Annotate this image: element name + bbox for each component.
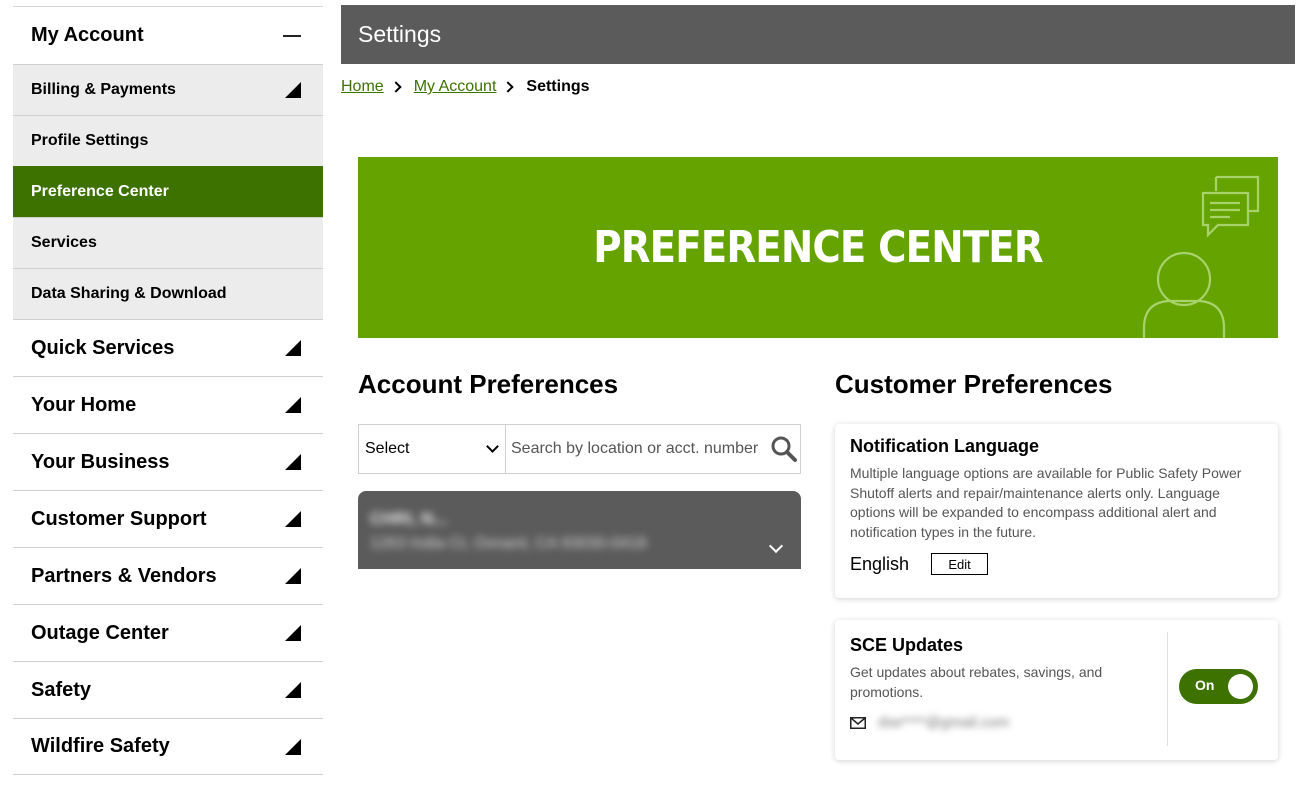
sidebar-item-label: Billing & Payments (31, 81, 176, 98)
expand-triangle-icon (285, 397, 301, 413)
edit-language-button[interactable]: Edit (931, 553, 989, 575)
notification-language-card: Notification Language Multiple language … (835, 424, 1278, 598)
sidebar-header-label: My Account (31, 24, 144, 46)
sidebar-section-safety[interactable]: Safety (13, 661, 323, 718)
sidebar-item-services[interactable]: Services (13, 217, 323, 268)
sidebar-section-label: Your Business (31, 450, 170, 473)
sidebar-item-preference-center[interactable]: Preference Center (13, 166, 323, 217)
account-preferences-heading: Account Preferences (358, 369, 619, 399)
sidebar-section-label: Wildfire Safety (31, 735, 170, 757)
expand-triangle-icon (285, 625, 301, 641)
expand-triangle-icon (285, 454, 301, 470)
expand-triangle-icon (285, 340, 301, 356)
sidebar-item-label: Data Sharing & Download (31, 285, 227, 302)
toggle-label: On (1195, 677, 1215, 693)
account-search-input[interactable] (511, 440, 761, 458)
page-header-title: Settings (358, 21, 442, 47)
preference-center-banner: PREFERENCE CENTER (358, 157, 1278, 338)
sce-updates-toggle[interactable]: On (1179, 669, 1258, 704)
sidebar-section-customer-support[interactable]: Customer Support (13, 490, 323, 547)
sidebar-section-your-home[interactable]: Your Home (13, 376, 323, 433)
account-address: 1263 India Ct, Oxnard, CA 93030-0418 (370, 535, 647, 552)
sce-updates-text: SCE Updates Get updates about rebates, s… (850, 635, 1150, 702)
card-divider (1167, 632, 1168, 746)
select-value: Select (365, 440, 410, 457)
sidebar-section-quick-services[interactable]: Quick Services (13, 319, 323, 376)
sidebar-item-label: Services (31, 234, 97, 251)
account-search-bar: Select (358, 424, 801, 474)
notification-language-description: Multiple language options are available … (850, 465, 1242, 540)
account-name: CHRI, N... (370, 509, 448, 528)
sidebar-header-my-account[interactable]: My Account (13, 6, 323, 64)
sidebar-item-billing[interactable]: Billing & Payments (13, 64, 323, 115)
account-filter-select[interactable]: Select (359, 425, 506, 473)
sidebar-section-label: Partners & Vendors (31, 564, 217, 587)
collapse-minus-icon[interactable] (283, 34, 301, 37)
chevron-right-icon (502, 81, 515, 93)
breadcrumb-home-link[interactable]: Home (341, 78, 384, 96)
search-icon[interactable] (770, 435, 798, 463)
chevron-right-icon (390, 81, 402, 93)
breadcrumb: Home My Account Settings (341, 78, 590, 96)
sidebar-section-your-business[interactable]: Your Business (13, 433, 323, 490)
sidebar-nav: My Account Billing & Payments Profile Se… (13, 6, 323, 775)
sce-updates-title: SCE Updates (850, 635, 964, 655)
expand-triangle-icon (285, 82, 301, 98)
sce-updates-description: Get updates about rebates, savings, and … (850, 664, 1103, 700)
chevron-down-icon (486, 440, 499, 453)
banner-title: PREFERENCE CENTER (593, 222, 1043, 273)
sidebar-section-label: Your Home (31, 393, 137, 416)
language-row: English Edit (850, 553, 1263, 575)
email-address: dse****@gmail.com (878, 714, 1010, 731)
expand-triangle-icon (285, 738, 301, 755)
customer-preferences-heading: Customer Preferences (835, 369, 1113, 399)
email-row: dse****@gmail.com (850, 714, 1009, 731)
sidebar-section-wildfire-safety[interactable]: Wildfire Safety (13, 718, 323, 775)
sidebar-section-partners-vendors[interactable]: Partners & Vendors (13, 547, 323, 604)
sidebar-section-outage-center[interactable]: Outage Center (13, 604, 323, 661)
sidebar-item-label: Profile Settings (31, 132, 149, 149)
sidebar-item-data-sharing[interactable]: Data Sharing & Download (13, 268, 323, 319)
account-card[interactable]: CHRI, N... 1263 India Ct, Oxnard, CA 930… (358, 491, 801, 569)
sidebar-section-label: Quick Services (31, 336, 175, 359)
search-field-wrapper (506, 425, 800, 473)
notification-language-title: Notification Language (850, 436, 1039, 456)
expand-triangle-icon (285, 511, 301, 527)
sidebar-section-label: Customer Support (31, 507, 207, 530)
page-header-bar: Settings (341, 5, 1295, 64)
sidebar-item-label: Preference Center (31, 183, 169, 200)
expand-triangle-icon (285, 682, 301, 698)
chevron-down-icon[interactable] (768, 538, 784, 554)
envelope-icon (850, 716, 866, 729)
person-chat-illustration-icon (1142, 175, 1260, 338)
sidebar-section-label: Outage Center (31, 621, 169, 644)
breadcrumb-current: Settings (526, 78, 590, 95)
sce-updates-card: SCE Updates Get updates about rebates, s… (835, 620, 1278, 760)
expand-triangle-icon (285, 568, 301, 584)
sidebar-item-profile-settings[interactable]: Profile Settings (13, 115, 323, 166)
toggle-knob (1228, 674, 1253, 699)
breadcrumb-my-account-link[interactable]: My Account (414, 78, 497, 96)
sidebar-section-label: Safety (31, 678, 92, 701)
current-language: English (850, 553, 910, 574)
